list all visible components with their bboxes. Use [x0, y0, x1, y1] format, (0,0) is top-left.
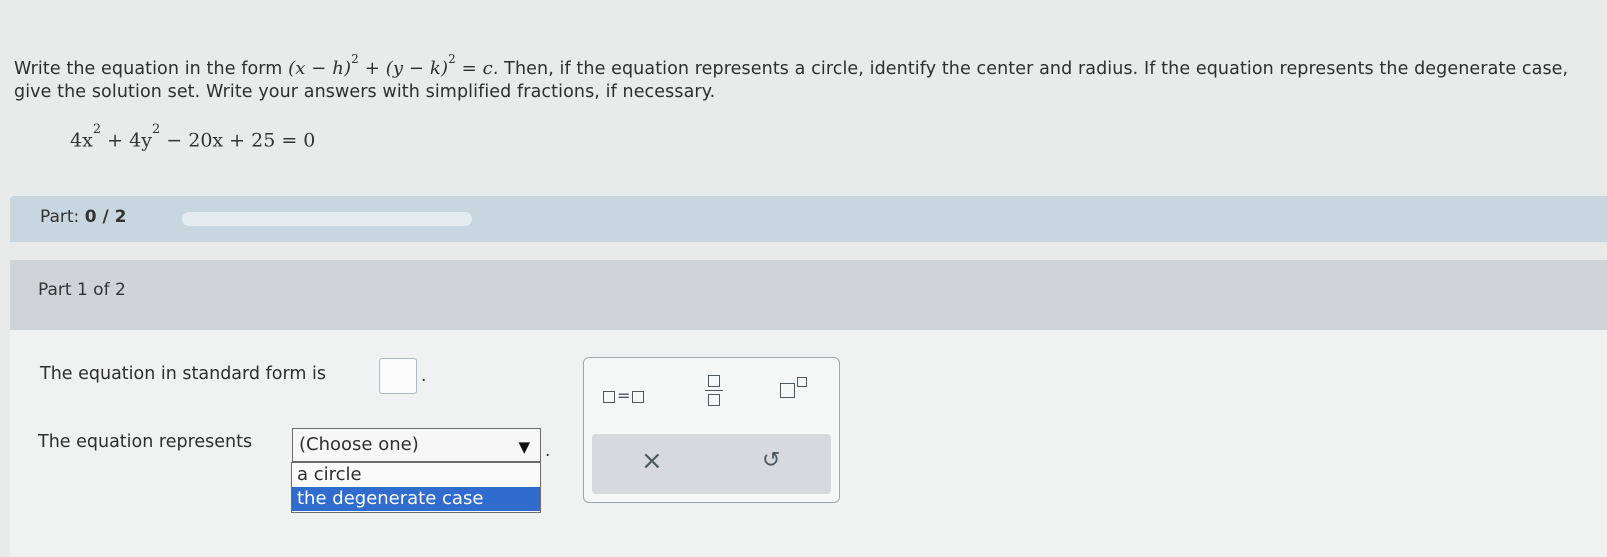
superscript-box-icon: [797, 376, 807, 387]
option-a-circle[interactable]: a circle: [292, 463, 540, 487]
problem-intro: Write the equation in the form: [14, 59, 283, 79]
standard-form-question: The equation in standard form is: [40, 364, 326, 384]
standard-form-answer-input[interactable]: [379, 358, 417, 394]
part-1-title: Part 1 of 2: [38, 280, 126, 300]
undo-button[interactable]: ↺: [762, 448, 780, 473]
dropdown-options-list: a circle the degenerate case: [291, 462, 541, 513]
part-progress-label: Part: 0 / 2: [40, 207, 127, 227]
period: .: [421, 366, 427, 386]
denominator-box-icon: [708, 394, 720, 406]
palette-actions: × ↺: [592, 434, 831, 494]
option-degenerate-case[interactable]: the degenerate case: [292, 487, 540, 511]
undo-icon: ↺: [762, 448, 781, 473]
numerator-box-icon: [708, 375, 720, 387]
equation-represents-question: The equation represents: [38, 432, 253, 452]
equation-template-button[interactable]: =: [603, 386, 645, 405]
period: .: [545, 441, 551, 461]
part-progress-count: 0 / 2: [84, 207, 127, 227]
problem-statement: Write the equation in the form (x − h)2 …: [14, 52, 1604, 104]
dropdown-arrow-icon: ▼: [518, 438, 530, 456]
dropdown-value: (Choose one): [299, 434, 419, 455]
math-palette: = × ↺: [583, 357, 840, 503]
box-icon: [632, 390, 645, 403]
part-progress-bar: Part: 0 / 2: [10, 196, 1607, 242]
exponent-button[interactable]: [780, 376, 807, 399]
standard-form-expression: (x − h)2 + (y − k)2 = c: [288, 52, 493, 79]
fraction-bar-icon: [705, 390, 723, 391]
close-icon: ×: [641, 446, 663, 476]
base-box-icon: [780, 383, 795, 398]
clear-button[interactable]: ×: [641, 446, 663, 476]
part-1-header: Part 1 of 2: [10, 260, 1607, 330]
box-icon: [603, 390, 615, 403]
choose-one-dropdown[interactable]: (Choose one) ▼: [292, 428, 541, 462]
given-equation: 4x2 + 4y2 − 20x + 25 = 0: [70, 122, 316, 152]
fraction-button[interactable]: [705, 375, 723, 406]
progress-track: [182, 212, 472, 226]
